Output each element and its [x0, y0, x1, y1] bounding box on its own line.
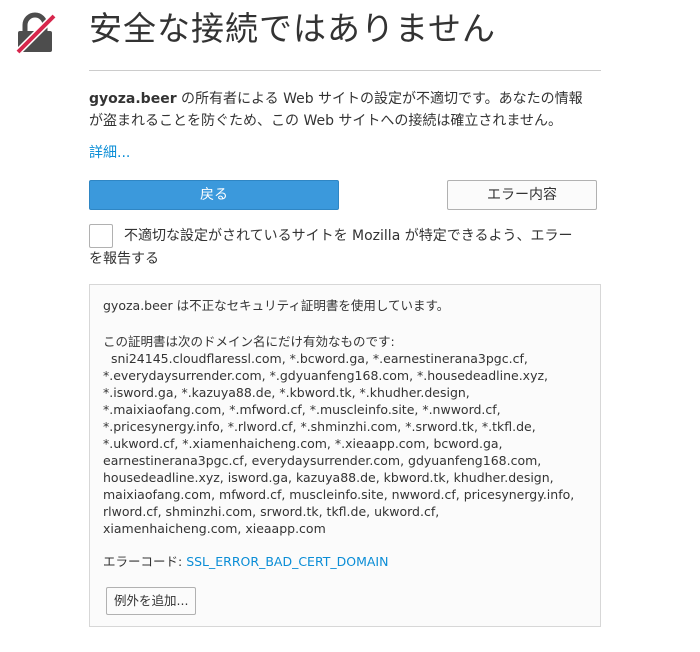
add-exception-button[interactable]: 例外を追加... [106, 587, 197, 615]
valid-domain-line: *.ukword.cf, *.xiamenhaicheng.com, *.xie… [103, 436, 503, 451]
advanced-button[interactable]: エラー内容 [447, 180, 597, 210]
valid-domain-line: *.everydaysurrender.com, *.gdyuanfeng168… [103, 368, 549, 383]
valid-domain-line: sni24145.cloudflaressl.com, *.bcword.ga,… [103, 351, 528, 366]
advanced-panel: gyoza.beer は不正なセキュリティ証明書を使用しています。 この証明書は… [89, 284, 601, 627]
error-code-link[interactable]: SSL_ERROR_BAD_CERT_DOMAIN [186, 554, 388, 569]
certificate-error-page: 安全な接続ではありません gyoza.beer の所有者による Web サイトの… [0, 0, 700, 652]
valid-domain-line: *.pricesynergy.info, *.rlword.cf, *.shmi… [103, 419, 536, 434]
report-error-label: 不適切な設定がされているサイトを Mozilla が特定できるよう、エラー [124, 228, 573, 244]
valid-domain-line: housedeadline.xyz, isword.ga, kazuya88.d… [103, 470, 554, 485]
go-back-button[interactable]: 戻る [89, 180, 339, 210]
error-description: gyoza.beer の所有者による Web サイトの設定が不適切です。あなたの… [89, 88, 604, 132]
report-error-label-cont: を報告する [89, 251, 159, 267]
error-code-row: エラーコード: SSL_ERROR_BAD_CERT_DOMAIN [103, 553, 593, 570]
title-divider [89, 70, 601, 71]
valid-domain-line: xiamenhaicheng.com, xieaapp.com [103, 521, 326, 536]
valid-domains-section: この証明書は次のドメイン名にだけ有効なものです: sni24145.cloudf… [103, 333, 593, 537]
valid-domain-line: maixiaofang.com, mfword.cf, muscleinfo.s… [103, 487, 575, 502]
broken-lock-icon [15, 12, 56, 54]
valid-domains-list: sni24145.cloudflaressl.com, *.bcword.ga,… [103, 350, 593, 537]
valid-domain-line: earnestinerana3pgc.cf, everydaysurrender… [103, 453, 542, 468]
page-title: 安全な接続ではありません [89, 9, 497, 48]
bad-cert-intro: gyoza.beer は不正なセキュリティ証明書を使用しています。 [103, 298, 450, 313]
valid-domain-line: rlword.cf, shminzhi.com, srword.tk, tkfl… [103, 504, 440, 519]
valid-domain-line: *.isword.ga, *.kazuya88.de, *.kbword.tk,… [103, 385, 470, 400]
valid-domain-line: *.maixiaofang.com, *.mfword.cf, *.muscle… [103, 402, 501, 417]
error-code-label: エラーコード: [103, 554, 187, 569]
report-error-checkbox[interactable] [89, 224, 113, 248]
valid-domains-heading: この証明書は次のドメイン名にだけ有効なものです: [103, 334, 395, 349]
learn-more-link[interactable]: 詳細... [89, 143, 130, 163]
description-line1: の所有者による Web サイトの設定が不適切です。あなたの情報 [176, 91, 583, 107]
site-domain: gyoza.beer [89, 91, 177, 107]
description-line2: が盗まれることを防ぐため、この Web サイトへの接続は確立されません。 [89, 113, 563, 129]
